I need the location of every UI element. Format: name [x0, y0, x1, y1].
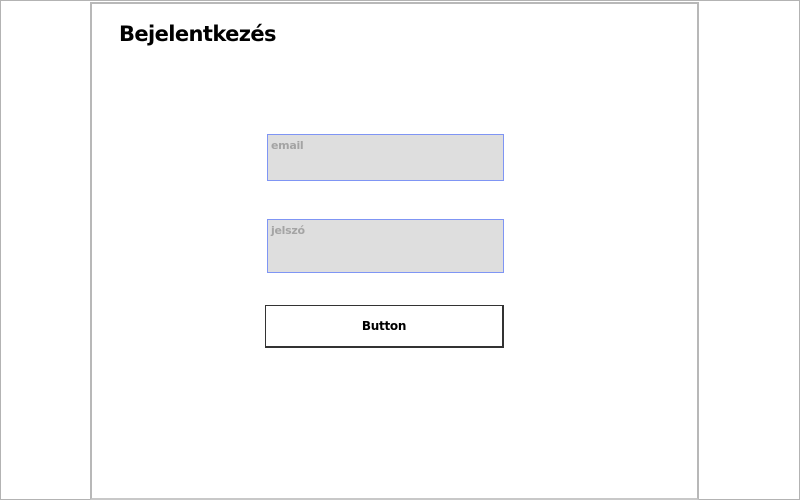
- login-page: Bejelentkezés email jelszó Button: [90, 2, 699, 500]
- password-field[interactable]: [268, 220, 503, 272]
- login-button[interactable]: Button: [265, 305, 504, 348]
- email-field-box: email: [267, 134, 504, 181]
- viewport: Bejelentkezés email jelszó Button: [0, 0, 800, 500]
- page-title: Bejelentkezés: [119, 22, 277, 46]
- password-field-box: jelszó: [267, 219, 504, 273]
- email-field[interactable]: [268, 135, 503, 180]
